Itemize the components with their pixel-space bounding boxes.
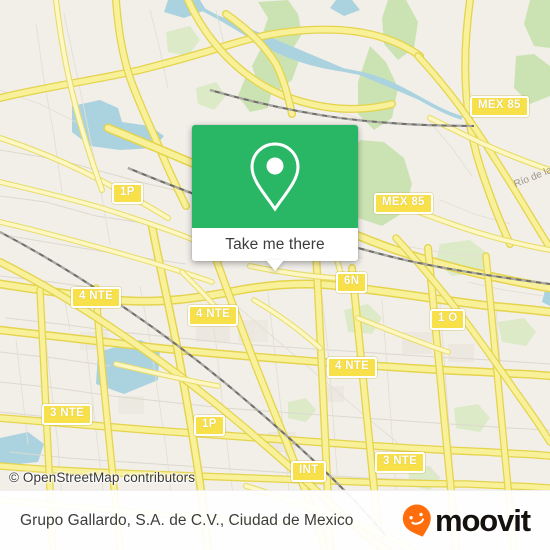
popup-action-area[interactable]: Take me there — [192, 228, 358, 261]
destination-popup-card[interactable]: Take me there — [192, 125, 358, 271]
popup-pointer-tail — [266, 260, 284, 271]
road-shield: 3 NTE — [42, 404, 93, 425]
openstreetmap-attribution[interactable]: © OpenStreetMap contributors — [9, 470, 195, 485]
road-shield: 3 NTE — [375, 452, 426, 473]
location-title: Grupo Gallardo, S.A. de C.V., Ciudad de … — [20, 511, 354, 529]
map-screenshot: .land { fill:#f2efe9; } .park { fill:#cb… — [0, 0, 550, 550]
road-shield: 6N — [336, 272, 368, 293]
map-canvas[interactable]: .land { fill:#f2efe9; } .park { fill:#cb… — [0, 0, 550, 550]
map-pin-icon — [250, 141, 300, 212]
moovit-smiley-pin-icon — [402, 504, 431, 537]
popup-image-area — [192, 125, 358, 228]
take-me-there-label: Take me there — [225, 235, 325, 253]
moovit-wordmark: moovit — [434, 503, 531, 538]
road-shield: 4 NTE — [327, 357, 378, 378]
road-shield: 1P — [112, 183, 143, 204]
road-shield: 4 NTE — [188, 305, 239, 326]
road-shield: INT — [291, 461, 327, 482]
bottom-info-bar: Grupo Gallardo, S.A. de C.V., Ciudad de … — [0, 490, 550, 550]
moovit-logo[interactable]: moovit — [402, 503, 531, 538]
road-shield: 1 O — [430, 309, 466, 330]
road-shield: 4 NTE — [71, 287, 122, 308]
road-shield: MEX 85 — [374, 193, 433, 214]
road-shield: 1P — [194, 415, 225, 436]
road-shield: MEX 85 — [470, 96, 529, 117]
